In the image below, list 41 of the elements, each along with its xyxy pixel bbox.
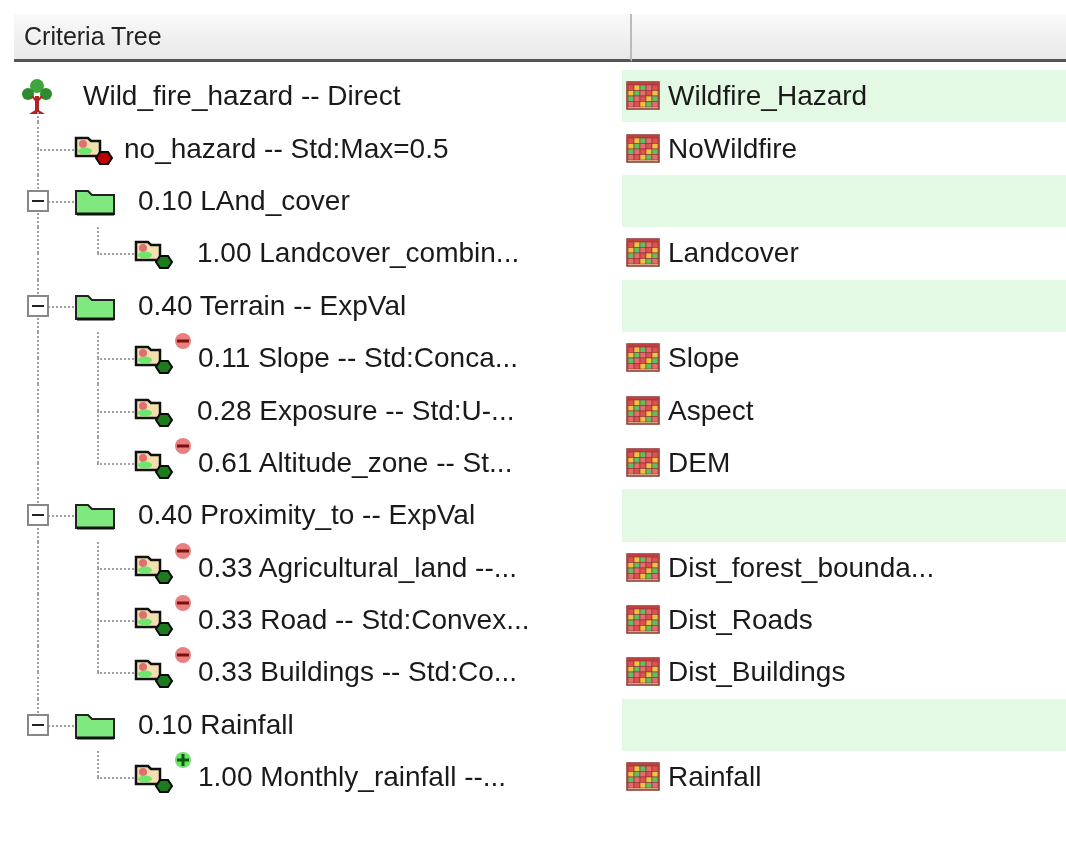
grid-layer-icon [626, 447, 660, 478]
tree-icon [20, 76, 54, 117]
column-header[interactable]: Criteria Tree [14, 14, 632, 62]
layer-name: Rainfall [668, 760, 762, 795]
tree-node-label[interactable]: 0.61 Altitude_zone -- St... [198, 441, 513, 484]
collapse-toggle[interactable] [27, 713, 49, 736]
tree-node-label[interactable]: Wild_fire_hazard -- Direct [83, 75, 401, 118]
tree-node-label[interactable]: 0.33 Road -- Std:Convex... [198, 599, 530, 642]
grid-layer-icon [626, 238, 660, 269]
tree-node-label[interactable]: 0.10 Rainfall [138, 703, 294, 746]
tree-node-label[interactable]: 1.00 Monthly_rainfall --... [198, 756, 507, 799]
grid-layer-icon [626, 395, 660, 426]
collapse-toggle[interactable] [27, 504, 49, 527]
tree-node-label[interactable]: 0.10 LAnd_cover [138, 179, 350, 222]
layer-name: Dist_Buildings [668, 655, 846, 690]
layer-name: Slope [668, 341, 740, 376]
layer-name: Wildfire_Hazard [668, 79, 868, 114]
column-header[interactable] [632, 14, 1066, 62]
tree-node-label[interactable]: 0.11 Slope -- Std:Conca... [198, 337, 519, 380]
grid-layer-icon [626, 343, 660, 374]
layer-name: Dist_Roads [668, 603, 813, 638]
tree-node-label[interactable]: no_hazard -- Std:Max=0.5 [124, 127, 449, 170]
layer-name: Aspect [668, 393, 754, 428]
tree-node-label[interactable]: 0.40 Proximity_to -- ExpVal [138, 494, 476, 537]
layer-name: DEM [668, 445, 731, 480]
tree-node-label[interactable]: 0.28 Exposure -- Std:U-... [197, 389, 515, 432]
collapse-toggle[interactable] [27, 189, 49, 212]
tree-node-label[interactable]: 0.40 Terrain -- ExpVal [138, 284, 407, 327]
tree-node-label[interactable]: 0.33 Agricultural_land --... [198, 546, 518, 589]
grid-layer-icon [626, 552, 660, 583]
layer-name: NoWildfire [668, 131, 798, 166]
layer-name: Dist_forest_bounda... [668, 550, 935, 585]
layer-name: Landcover [668, 236, 799, 271]
grid-layer-icon [626, 81, 660, 112]
tree-node-label[interactable]: 1.00 Landcover_combin... [197, 232, 520, 275]
grid-layer-icon [626, 657, 660, 688]
tree-node-label[interactable]: 0.33 Buildings -- Std:Co... [198, 651, 518, 694]
collapse-toggle[interactable] [27, 294, 49, 317]
grid-layer-icon [626, 762, 660, 793]
grid-layer-icon [626, 133, 660, 164]
grid-layer-icon [626, 605, 660, 636]
